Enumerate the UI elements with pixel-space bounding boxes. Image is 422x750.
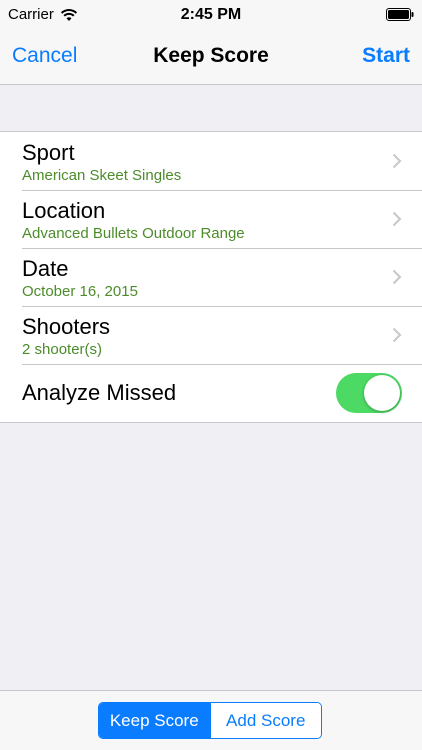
chevron-right-icon (392, 153, 402, 169)
row-title: Shooters (22, 314, 111, 339)
row-subtitle: 2 shooter(s) (22, 341, 103, 358)
row-subtitle: American Skeet Singles (22, 167, 182, 184)
start-button[interactable]: Start (362, 44, 410, 68)
row-subtitle: Advanced Bullets Outdoor Range (22, 225, 245, 242)
chevron-right-icon (392, 269, 402, 285)
row-subtitle: October 16, 2015 (22, 283, 138, 300)
location-row[interactable]: Location Advanced Bullets Outdoor Range (0, 190, 422, 248)
row-title: Location (22, 198, 106, 223)
battery-icon (386, 8, 414, 21)
bottom-toolbar: Keep Score Add Score (0, 690, 422, 750)
chevron-right-icon (392, 211, 402, 227)
shooters-row[interactable]: Shooters 2 shooter(s) (0, 306, 422, 364)
analyze-missed-row: Analyze Missed (0, 364, 422, 422)
keep-score-segment[interactable]: Keep Score (99, 703, 211, 738)
settings-table: Sport American Skeet Singles Location Ad… (0, 131, 422, 423)
navigation-bar: Cancel Keep Score Start (0, 30, 422, 85)
segmented-control: Keep Score Add Score (98, 702, 322, 739)
toggle-knob (364, 375, 400, 411)
date-row[interactable]: Date October 16, 2015 (0, 248, 422, 306)
row-title: Date (22, 256, 69, 281)
analyze-missed-toggle[interactable] (336, 373, 402, 413)
chevron-right-icon (392, 327, 402, 343)
sport-row[interactable]: Sport American Skeet Singles (0, 132, 422, 190)
row-title: Sport (22, 140, 75, 165)
add-score-segment[interactable]: Add Score (210, 703, 321, 738)
row-title: Analyze Missed (22, 380, 177, 405)
status-bar: Carrier 2:45 PM (0, 0, 422, 30)
cancel-button[interactable]: Cancel (12, 44, 77, 68)
status-time: 2:45 PM (180, 6, 242, 23)
